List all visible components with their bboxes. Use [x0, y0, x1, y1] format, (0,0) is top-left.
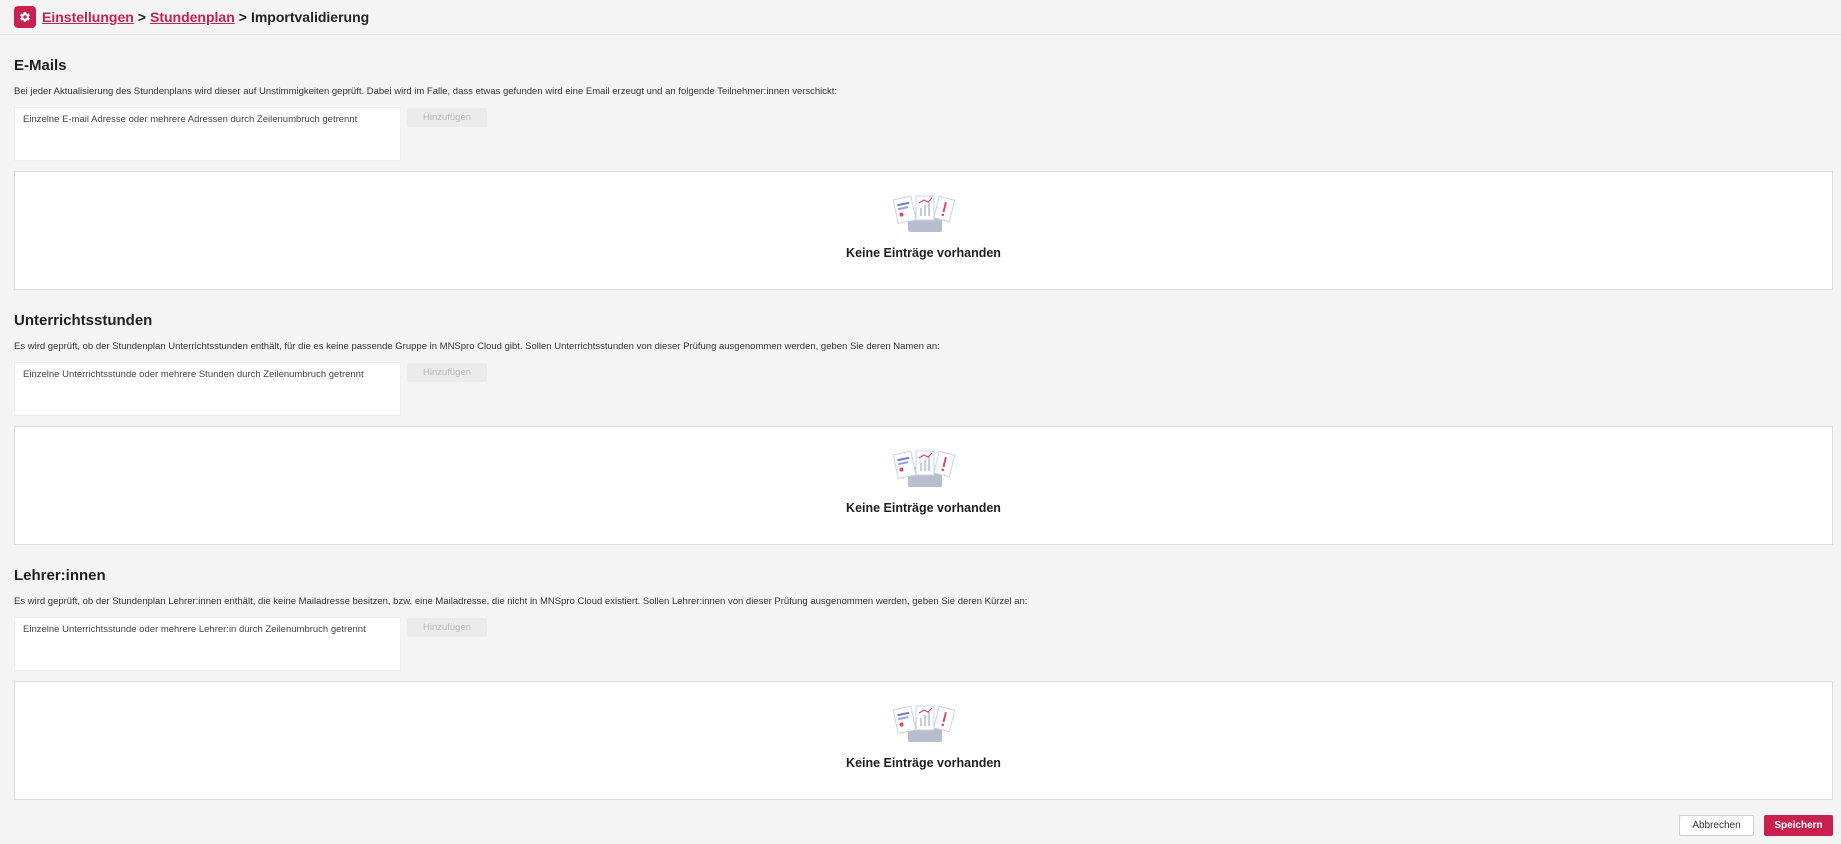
section-teachers: Lehrer:innen Es wird geprüft, ob der Stu… [14, 565, 1833, 800]
breadcrumb-current: Importvalidierung [250, 9, 370, 25]
empty-state: Keine Einträge vorhanden [14, 426, 1833, 545]
input-row: Hinzufügen [14, 617, 1833, 671]
empty-state-text: Keine Einträge vorhanden [846, 501, 1001, 515]
section-emails: E-Mails Bei jeder Aktualisierung des Stu… [14, 55, 1833, 290]
empty-state-text: Keine Einträge vorhanden [846, 246, 1001, 260]
section-lessons: Unterrichtsstunden Es wird geprüft, ob d… [14, 310, 1833, 545]
settings-gear-icon [14, 6, 36, 28]
email-input[interactable] [14, 107, 401, 161]
section-description: Bei jeder Aktualisierung des Stundenplan… [14, 86, 838, 97]
breadcrumb-separator: > [238, 9, 247, 25]
breadcrumb-separator: > [137, 9, 146, 25]
section-description: Es wird geprüft, ob der Stundenplan Unte… [14, 341, 940, 352]
empty-documents-icon [892, 450, 955, 487]
lesson-input[interactable] [14, 362, 401, 416]
breadcrumb-link-stundenplan[interactable]: Stundenplan [150, 9, 235, 25]
top-bar: Einstellungen > Stundenplan > Importvalidier… [0, 0, 1841, 35]
breadcrumb-link-einstellungen[interactable]: Einstellungen [42, 9, 134, 25]
section-title: Unterrichtsstunden [14, 312, 153, 329]
main-content: E-Mails Bei jeder Aktualisierung des Stu… [0, 55, 1841, 800]
footer-actions: Abbrechen Speichern [1679, 815, 1833, 836]
empty-documents-icon [892, 195, 955, 232]
section-title: E-Mails [14, 57, 67, 74]
add-teacher-button[interactable]: Hinzufügen [407, 618, 487, 637]
empty-state: Keine Einträge vorhanden [14, 681, 1833, 800]
save-button[interactable]: Speichern [1764, 815, 1833, 836]
empty-documents-icon [892, 705, 955, 742]
input-row: Hinzufügen [14, 362, 1833, 416]
empty-state: Keine Einträge vorhanden [14, 171, 1833, 290]
cancel-button[interactable]: Abbrechen [1679, 815, 1754, 836]
teacher-input[interactable] [14, 617, 401, 671]
section-title: Lehrer:innen [14, 567, 106, 584]
add-lesson-button[interactable]: Hinzufügen [407, 363, 487, 382]
empty-state-text: Keine Einträge vorhanden [846, 756, 1001, 770]
input-row: Hinzufügen [14, 107, 1833, 161]
breadcrumb: Einstellungen > Stundenplan > Importvalidier… [42, 9, 369, 25]
section-description: Es wird geprüft, ob der Stundenplan Lehr… [14, 596, 1028, 607]
add-email-button[interactable]: Hinzufügen [407, 108, 487, 127]
